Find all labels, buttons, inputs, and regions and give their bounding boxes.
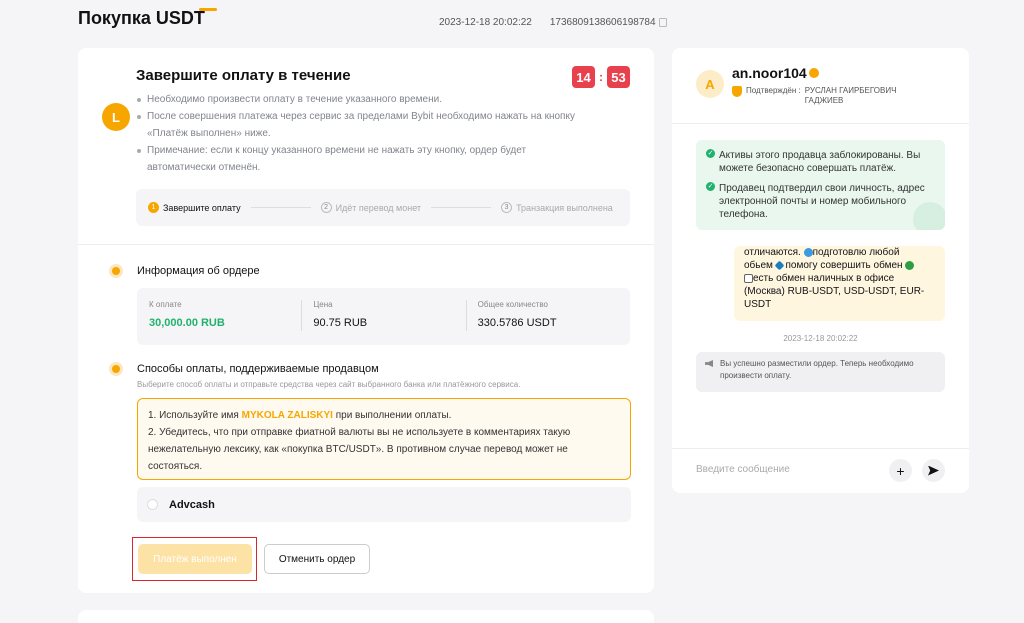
payment-done-button[interactable]: Платёж выполнен <box>138 544 252 574</box>
quantity-value: 330.5786 USDT <box>477 317 557 329</box>
step-label: Транзакция выполнена <box>516 202 613 213</box>
blue-emoji-icon <box>803 247 813 257</box>
price-col: Цена 90.75 RUB <box>301 288 465 345</box>
verified-badge-icon <box>808 68 819 79</box>
amount-label: К оплате <box>149 300 182 309</box>
verified-label: Подтверждён : <box>746 86 801 95</box>
methods-title: Способы оплаты, поддерживаемые продавцом <box>137 363 379 375</box>
price-value: 90.75 RUB <box>313 317 368 329</box>
title-accent <box>199 8 217 11</box>
message-input[interactable] <box>696 464 876 475</box>
safety-notice-1: Активы этого продавца заблокированы. Вы … <box>706 149 935 175</box>
office-emoji-icon <box>744 273 753 283</box>
lower-card <box>78 610 654 623</box>
msg-line-3: есть обмен наличных в офисе (Москва) RUB… <box>744 272 935 311</box>
step-label: Идёт перевод монет <box>335 202 422 213</box>
instruction-item: Примечание: если к концу указанного врем… <box>136 142 576 176</box>
order-info-title: Информация об ордере <box>137 265 260 277</box>
copy-icon[interactable] <box>658 17 667 27</box>
order-datetime: 2023-12-18 20:02:22 <box>439 17 532 28</box>
attach-button[interactable]: + <box>889 459 912 482</box>
system-message: Вы успешно разместили ордер. Теперь необ… <box>696 352 945 392</box>
msg-text: обьем <box>744 260 773 271</box>
payment-method-option[interactable]: Advcash <box>137 487 631 522</box>
order-id-wrap: 1736809138606198784 <box>550 17 667 28</box>
diamond-emoji-icon <box>774 260 785 271</box>
step-number: 3 <box>501 202 513 213</box>
step-complete-payment: 1 Завершите оплату <box>148 202 241 213</box>
progress-steps: 1 Завершите оплату 2 Идёт перевод монет … <box>136 189 630 226</box>
verification-line: Подтверждён : РУСЛАН ГАИРБЕГОВИЧ ГАДЖИЕВ <box>732 86 925 106</box>
order-id: 1736809138606198784 <box>549 17 656 28</box>
amount-value: 30,000.00 RUB <box>149 317 225 329</box>
msg-text: есть обмен наличных в офисе (Москва) RUB… <box>744 273 925 310</box>
send-button[interactable] <box>922 459 945 482</box>
order-info-dot <box>112 267 120 275</box>
payee-name: MYKOLA ZALISKYI <box>241 410 333 421</box>
quantity-label: Общее количество <box>477 300 548 309</box>
msg-text: подготовлю любой <box>812 247 900 258</box>
section-divider <box>78 244 654 245</box>
order-card: L Завершите оплату в течение 14 : 53 Нео… <box>78 48 654 593</box>
amount-col: К оплате 30,000.00 RUB <box>137 288 301 345</box>
verified-name: РУСЛАН ГАИРБЕГОВИЧ ГАДЖИЕВ <box>804 86 897 105</box>
payment-title: Завершите оплату в течение <box>136 67 351 84</box>
order-info-box: К оплате 30,000.00 RUB Цена 90.75 RUB Об… <box>137 288 630 345</box>
msg-line-1: отличаются. подготовлю любой <box>744 246 935 259</box>
msg-text: помогу совершить обмен <box>785 260 903 271</box>
seller-message: отличаются. подготовлю любой обьем помог… <box>734 246 945 321</box>
seller-name-wrap: an.noor104 <box>732 65 819 81</box>
payment-instructions: Необходимо произвести оплату в течение у… <box>136 91 576 176</box>
msg-line-2: обьем помогу совершить обмен <box>744 259 935 272</box>
methods-subtitle: Выберите способ оплаты и отправьте средс… <box>137 380 521 389</box>
safety-notice-2: Продавец подтвердил свои личность, адрес… <box>706 182 935 221</box>
step-number: 2 <box>320 202 332 213</box>
plus-icon: + <box>896 462 905 479</box>
money-bag-emoji-icon <box>905 260 915 270</box>
message-timestamp: 2023-12-18 20:02:22 <box>783 334 858 343</box>
step-transfer: 2 Идёт перевод монет <box>320 202 422 213</box>
shield-icon <box>732 86 742 97</box>
countdown-timer: 14 : 53 <box>572 66 630 88</box>
page-title: Покупка USDT <box>78 8 205 28</box>
avatar: A <box>696 70 724 98</box>
price-label: Цена <box>313 300 333 309</box>
method-radio[interactable] <box>147 499 158 510</box>
order-meta: 2023-12-18 20:02:22 1736809138606198784 <box>439 17 667 28</box>
payment-avatar: L <box>102 103 130 131</box>
method-name: Advcash <box>169 498 215 511</box>
methods-dot <box>112 365 120 373</box>
step-connector <box>250 207 311 208</box>
send-icon <box>928 465 939 476</box>
timer-separator: : <box>599 70 603 84</box>
chat-input-divider <box>672 448 969 449</box>
instruction-item: После совершения платежа через сервис за… <box>136 108 576 142</box>
payment-notice: 1. Используйте имя MYKOLA ZALISKYI при в… <box>137 398 631 480</box>
step-label: Завершите оплату <box>163 202 241 213</box>
decor-circle <box>913 202 945 230</box>
step-connector <box>431 207 492 208</box>
megaphone-icon <box>705 360 713 367</box>
notice-1-post: при выполнении оплаты. <box>332 410 452 421</box>
msg-text: отличаются. <box>744 247 801 258</box>
cancel-order-button[interactable]: Отменить ордер <box>264 544 370 574</box>
seller-safety-notice: Активы этого продавца заблокированы. Вы … <box>696 140 945 230</box>
timer-seconds: 53 <box>607 66 630 88</box>
chat-panel: A an.noor104 Подтверждён : РУСЛАН ГАИРБЕ… <box>672 48 969 493</box>
timer-minutes: 14 <box>572 66 595 88</box>
step-number: 1 <box>148 202 159 213</box>
step-done: 3 Транзакция выполнена <box>501 202 613 213</box>
seller-name[interactable]: an.noor104 <box>732 65 807 81</box>
instruction-item: Необходимо произвести оплату в течение у… <box>136 91 576 108</box>
notice-line-1: 1. Используйте имя MYKOLA ZALISKYI при в… <box>148 407 620 424</box>
quantity-col: Общее количество 330.5786 USDT <box>465 288 630 345</box>
chat-divider <box>672 123 969 124</box>
system-message-text: Вы успешно разместили ордер. Теперь необ… <box>720 359 914 380</box>
notice-line-2: 2. Убедитесь, что при отправке фиатной в… <box>148 427 571 472</box>
notice-1-pre: 1. Используйте имя <box>148 410 242 421</box>
